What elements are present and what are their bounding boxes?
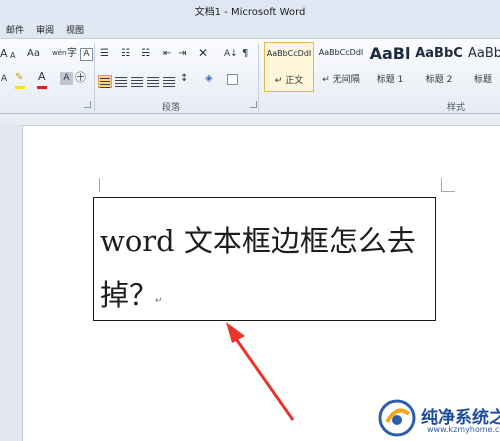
annotation-arrow-line — [232, 335, 295, 421]
annotation-arrow-head — [226, 322, 245, 343]
watermark: 纯净系统之家 www.kzmyhome.com — [375, 396, 500, 441]
watermark-url: www.kzmyhome.com — [427, 425, 500, 434]
annotation-arrow — [226, 322, 295, 421]
watermark-logo — [378, 399, 416, 437]
